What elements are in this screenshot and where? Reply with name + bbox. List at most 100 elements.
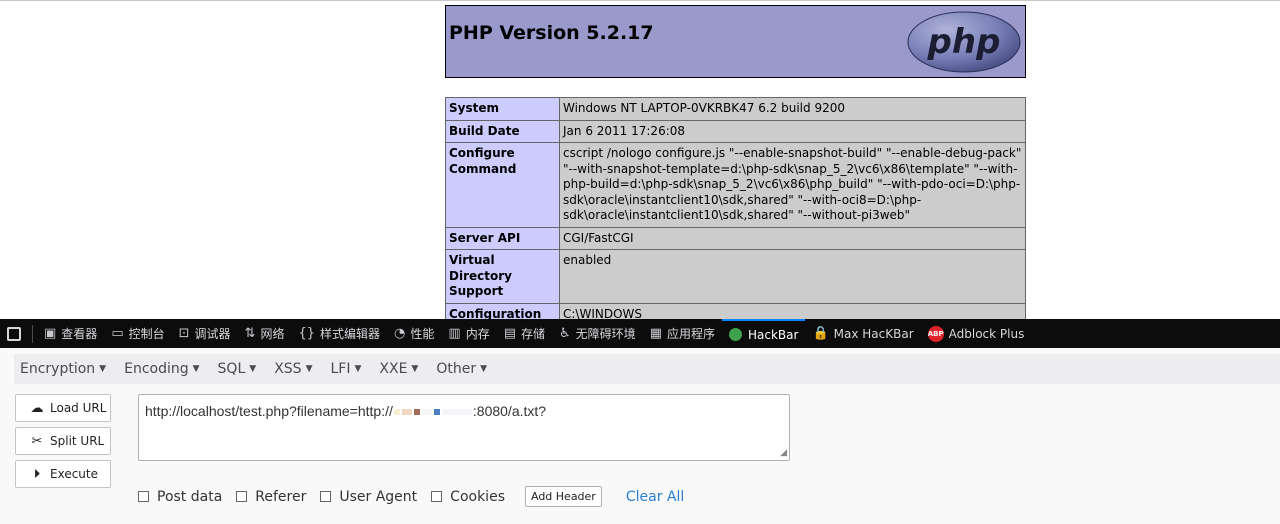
menu-encoding-label: Encoding xyxy=(124,361,189,377)
url-text-suffix: :8080/a.txt? xyxy=(472,403,547,419)
devtools-tab-label: HackBar xyxy=(748,327,799,342)
split-url-button[interactable]: ✂ Split URL xyxy=(15,427,111,455)
execute-button[interactable]: ⏵ Execute xyxy=(15,460,111,488)
referer-option[interactable]: Referer xyxy=(236,489,306,505)
menu-encoding[interactable]: Encoding ▼ xyxy=(124,361,199,377)
page-content: PHP Version 5.2.17 php System Windows NT … xyxy=(0,0,1280,319)
devtools-tab-style-editor[interactable]: {} 样式编辑器 xyxy=(291,319,387,348)
menu-lfi[interactable]: LFI ▼ xyxy=(330,361,361,377)
info-value: C:\WINDOWS xyxy=(559,302,1026,319)
php-logo-icon: php xyxy=(907,11,1021,73)
post-data-label: Post data xyxy=(157,488,223,505)
info-row: Virtual Directory Support enabled xyxy=(445,249,1026,304)
devtools-tab-hackbar[interactable]: HackBar xyxy=(722,319,806,348)
resize-grip-icon[interactable]: ◢ xyxy=(780,447,787,458)
devtools-tab-abp[interactable]: ABP Adblock Plus xyxy=(921,319,1032,348)
devtools-tab-label: Adblock Plus xyxy=(948,326,1025,341)
devtools-tab-label: 网络 xyxy=(260,327,285,341)
menu-sql[interactable]: SQL ▼ xyxy=(218,361,257,377)
toolbar-divider xyxy=(32,324,33,343)
php-info-table: System Windows NT LAPTOP-0VKRBK47 6.2 bui… xyxy=(445,97,1026,319)
performance-icon: ◔ xyxy=(394,326,406,341)
info-key: Server API xyxy=(445,226,560,250)
info-value: Windows NT LAPTOP-0VKRBK47 6.2 build 920… xyxy=(559,97,1026,121)
devtools-tab-accessibility[interactable]: ♿ 无障碍环境 xyxy=(552,319,643,348)
play-circle-icon: ⏵ xyxy=(33,466,41,482)
menu-other[interactable]: Other ▼ xyxy=(436,361,487,377)
devtools-tab-label: 存储 xyxy=(521,327,546,341)
menu-xss[interactable]: XSS ▼ xyxy=(274,361,312,377)
php-version-title: PHP Version 5.2.17 xyxy=(449,22,654,44)
post-data-checkbox[interactable] xyxy=(138,491,149,502)
devtools-tab-storage[interactable]: ▤ 存储 xyxy=(497,319,552,348)
redaction-mark xyxy=(401,409,412,416)
cookies-option[interactable]: Cookies xyxy=(431,489,505,505)
load-url-button[interactable]: ☁ Load URL xyxy=(15,394,111,422)
info-value: Jan 6 2011 17:26:08 xyxy=(559,119,1026,143)
debugger-icon: ⊡ xyxy=(178,326,190,341)
devtools-tabs: ▣ 查看器 ▭ 控制台 ⊡ 调试器 ⇅ 网络 {} 样式编辑器 ◔ 性能 ▥ 内存 ▤ 存储 ♿ 无障碍环境 ▦ 应用… xyxy=(37,319,1031,348)
menu-encryption-label: Encryption xyxy=(20,361,96,377)
hackbar-panel: Encryption ▼ Encoding ▼ SQL ▼ XSS ▼ LFI ▼ XXE… xyxy=(0,348,1280,524)
devtools-tab-label: 性能 xyxy=(410,327,435,341)
redaction-mark xyxy=(441,409,472,416)
info-key: System xyxy=(445,97,560,121)
menu-sql-label: SQL xyxy=(217,361,246,377)
application-icon: ▦ xyxy=(649,326,662,341)
referer-checkbox[interactable] xyxy=(236,491,248,502)
caret-down-icon: ▼ xyxy=(249,364,257,374)
user-agent-label: User Agent xyxy=(339,488,418,505)
caret-down-icon: ▼ xyxy=(305,364,313,374)
caret-down-icon: ▼ xyxy=(480,364,488,374)
devtools-tab-performance[interactable]: ◔ 性能 xyxy=(387,319,441,348)
url-input[interactable]: http://localhost/test.php?filename=http:… xyxy=(138,394,790,461)
info-row: System Windows NT LAPTOP-0VKRBK47 6.2 bui… xyxy=(445,97,1026,121)
menu-xxe[interactable]: XXE ▼ xyxy=(379,361,418,377)
cookies-checkbox[interactable] xyxy=(431,491,443,502)
redaction-mark xyxy=(413,409,420,416)
info-value: enabled xyxy=(559,249,1026,304)
split-url-label: Split URL xyxy=(50,434,105,448)
element-picker-button[interactable] xyxy=(0,319,28,348)
accessibility-icon: ♿ xyxy=(559,326,571,341)
devtools-tab-debugger[interactable]: ⊡ 调试器 xyxy=(172,319,238,348)
user-agent-option[interactable]: User Agent xyxy=(320,489,417,505)
referer-label: Referer xyxy=(255,488,307,505)
info-row: Configure Command cscript /nologo configu… xyxy=(445,142,1026,228)
style-editor-icon: {} xyxy=(298,326,316,341)
menu-lfi-label: LFI xyxy=(330,361,351,377)
devtools-tab-label: 内存 xyxy=(465,327,490,341)
info-key: Virtual Directory Support xyxy=(445,249,560,304)
memory-icon: ▥ xyxy=(448,326,461,341)
storage-icon: ▤ xyxy=(503,326,516,341)
devtools-toolbar: ▣ 查看器 ▭ 控制台 ⊡ 调试器 ⇅ 网络 {} 样式编辑器 ◔ 性能 ▥ 内存 ▤ 存储 ♿ 无障碍环境 ▦ 应用… xyxy=(0,319,1280,348)
user-agent-checkbox[interactable] xyxy=(320,491,332,502)
inspector-icon: ▣ xyxy=(44,326,57,341)
console-icon: ▭ xyxy=(111,326,124,341)
devtools-tab-application[interactable]: ▦ 应用程序 xyxy=(643,319,722,348)
devtools-tab-label: 应用程序 xyxy=(666,327,715,341)
devtools-tab-console[interactable]: ▭ 控制台 xyxy=(104,319,171,348)
info-row: Configuration File (php.ini) PathC:\WIND… xyxy=(445,302,1026,319)
info-value: CGI/FastCGI xyxy=(559,226,1026,250)
devtools-tab-lock[interactable]: 🔒 Max HacKBar xyxy=(805,319,920,348)
devtools-tab-label: 查看器 xyxy=(61,327,98,341)
cookies-label: Cookies xyxy=(450,488,505,505)
devtools-tab-memory[interactable]: ▥ 内存 xyxy=(441,319,496,348)
menu-encryption[interactable]: Encryption ▼ xyxy=(20,361,106,377)
add-header-button[interactable]: Add Header xyxy=(524,486,602,507)
post-data-option[interactable]: Post data xyxy=(138,489,222,505)
info-row: Server API CGI/FastCGI xyxy=(445,226,1026,250)
hackbar-icon xyxy=(729,328,742,341)
devtools-tab-network[interactable]: ⇅ 网络 xyxy=(238,319,292,348)
request-options: Post data Referer User Agent Cookies Add… xyxy=(138,486,684,507)
devtools-tab-inspector[interactable]: ▣ 查看器 xyxy=(37,319,104,348)
scissors-icon: ✂ xyxy=(31,433,43,449)
menu-xss-label: XSS xyxy=(274,361,302,377)
menu-xxe-label: XXE xyxy=(379,361,408,377)
clear-all-link[interactable]: Clear All xyxy=(626,489,684,505)
devtools-tab-label: 调试器 xyxy=(194,327,231,341)
info-key: Configure Command xyxy=(445,142,560,228)
devtools-tab-label: 样式编辑器 xyxy=(320,327,381,341)
svg-text:php: php xyxy=(927,22,1001,62)
